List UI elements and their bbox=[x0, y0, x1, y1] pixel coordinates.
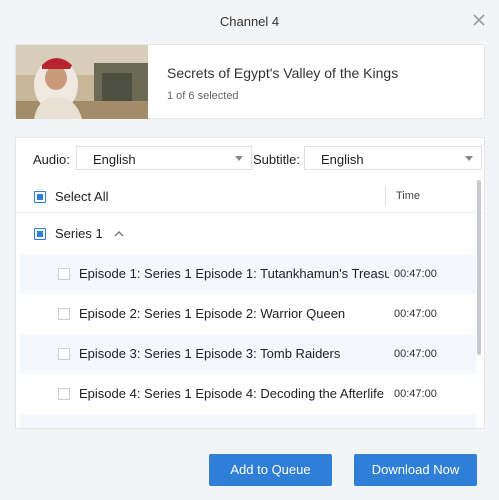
episode-row[interactable]: Episode 2: Series 1 Episode 2: Warrior Q… bbox=[20, 294, 476, 334]
episode-row[interactable]: Episode 1: Series 1 Episode 1: Tutankham… bbox=[20, 254, 476, 294]
download-now-button[interactable]: Download Now bbox=[354, 454, 477, 486]
audio-select[interactable]: English bbox=[76, 146, 252, 170]
select-all-checkbox[interactable] bbox=[34, 191, 46, 203]
episode-duration: 00:47:00 bbox=[394, 308, 437, 320]
subtitle-select[interactable]: English bbox=[304, 146, 482, 170]
audio-label: Audio: bbox=[33, 152, 70, 167]
show-title: Secrets of Egypt's Valley of the Kings bbox=[167, 65, 399, 81]
dialog-title: Channel 4 bbox=[219, 14, 280, 29]
select-all-label[interactable]: Select All bbox=[55, 189, 108, 204]
episode-panel: Audio: English Subtitle: English Select … bbox=[15, 137, 485, 429]
time-column-header: Time bbox=[396, 190, 421, 202]
series-label: Series 1 bbox=[55, 226, 103, 241]
show-thumbnail bbox=[16, 45, 148, 119]
episode-row[interactable] bbox=[20, 414, 476, 429]
episode-duration: 00:47:00 bbox=[394, 348, 437, 360]
episode-title: Episode 3: Series 1 Episode 3: Tomb Raid… bbox=[79, 346, 341, 361]
episode-checkbox[interactable] bbox=[58, 308, 70, 320]
episode-row[interactable]: Episode 4: Series 1 Episode 4: Decoding … bbox=[20, 374, 476, 414]
episode-checkbox[interactable] bbox=[58, 348, 70, 360]
subtitle-label: Subtitle: bbox=[253, 152, 300, 167]
episode-duration: 00:47:00 bbox=[394, 268, 437, 280]
chevron-down-icon bbox=[465, 156, 473, 161]
list-scrollbar[interactable] bbox=[477, 180, 481, 355]
column-divider[interactable] bbox=[385, 187, 386, 205]
add-to-queue-button[interactable]: Add to Queue bbox=[209, 454, 332, 486]
dialog-titlebar: Channel 4 bbox=[0, 0, 499, 42]
episode-duration: 00:47:00 bbox=[394, 388, 437, 400]
show-info-card: Secrets of Egypt's Valley of the Kings 1… bbox=[15, 44, 485, 119]
episode-row[interactable]: Episode 3: Series 1 Episode 3: Tomb Raid… bbox=[20, 334, 476, 374]
chevron-down-icon bbox=[235, 156, 243, 161]
close-icon[interactable] bbox=[471, 12, 487, 28]
list-header: Select All Time bbox=[16, 179, 484, 213]
episode-checkbox[interactable] bbox=[58, 268, 70, 280]
subtitle-select-value: English bbox=[321, 152, 364, 167]
episode-title: Episode 2: Series 1 Episode 2: Warrior Q… bbox=[79, 306, 346, 321]
selected-count: 1 of 6 selected bbox=[167, 90, 239, 102]
episode-title: Episode 1: Series 1 Episode 1: Tutankham… bbox=[79, 266, 389, 281]
chevron-up-icon[interactable] bbox=[114, 229, 124, 239]
series-checkbox[interactable] bbox=[34, 228, 46, 240]
episode-checkbox[interactable] bbox=[58, 388, 70, 400]
episode-title: Episode 4: Series 1 Episode 4: Decoding … bbox=[79, 386, 384, 401]
episode-checkbox[interactable] bbox=[58, 428, 70, 429]
series-row[interactable]: Series 1 bbox=[16, 214, 484, 254]
audio-select-value: English bbox=[93, 152, 136, 167]
